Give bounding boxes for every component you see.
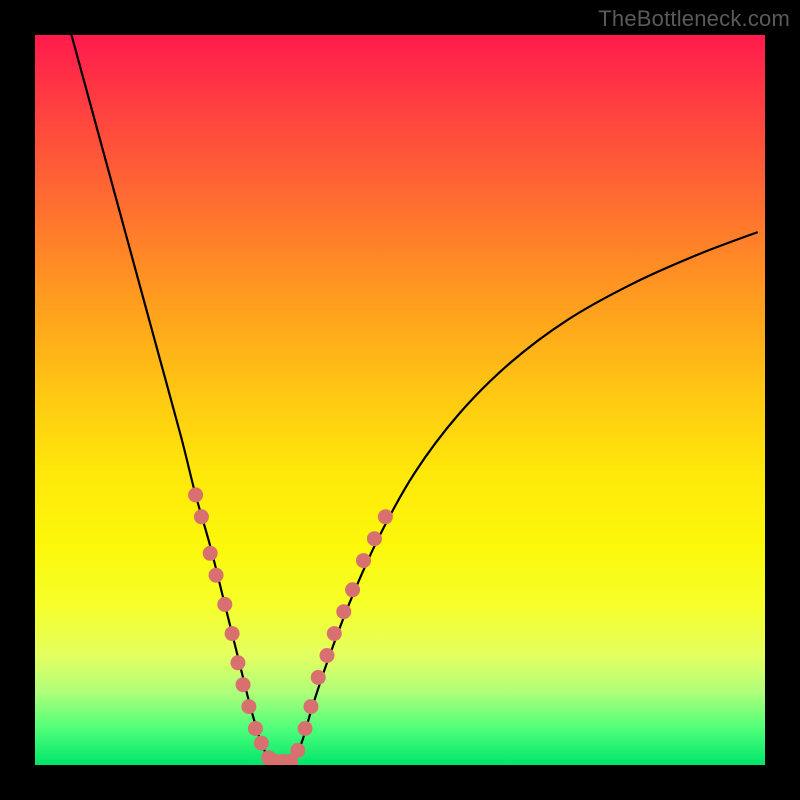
data-marker [230,655,245,670]
data-marker [327,626,342,641]
data-marker [345,582,360,597]
data-marker [241,699,256,714]
data-marker [188,487,203,502]
plot-area [35,35,765,765]
data-marker [236,677,251,692]
left-branch-curve [72,35,273,765]
watermark-text: TheBottleneck.com [598,6,790,32]
chart-svg [35,35,765,765]
data-marker [254,736,269,751]
data-marker [225,626,240,641]
data-marker [248,721,263,736]
markers-group [188,487,393,765]
data-marker [378,509,393,524]
data-marker [290,743,305,758]
chart-frame: TheBottleneck.com [0,0,800,800]
data-marker [203,546,218,561]
data-marker [311,670,326,685]
data-marker [320,648,335,663]
data-marker [298,721,313,736]
data-marker [194,509,209,524]
data-marker [217,597,232,612]
right-branch-curve [291,232,758,765]
data-marker [367,531,382,546]
data-marker [303,699,318,714]
data-marker [356,553,371,568]
data-marker [336,604,351,619]
data-marker [209,568,224,583]
